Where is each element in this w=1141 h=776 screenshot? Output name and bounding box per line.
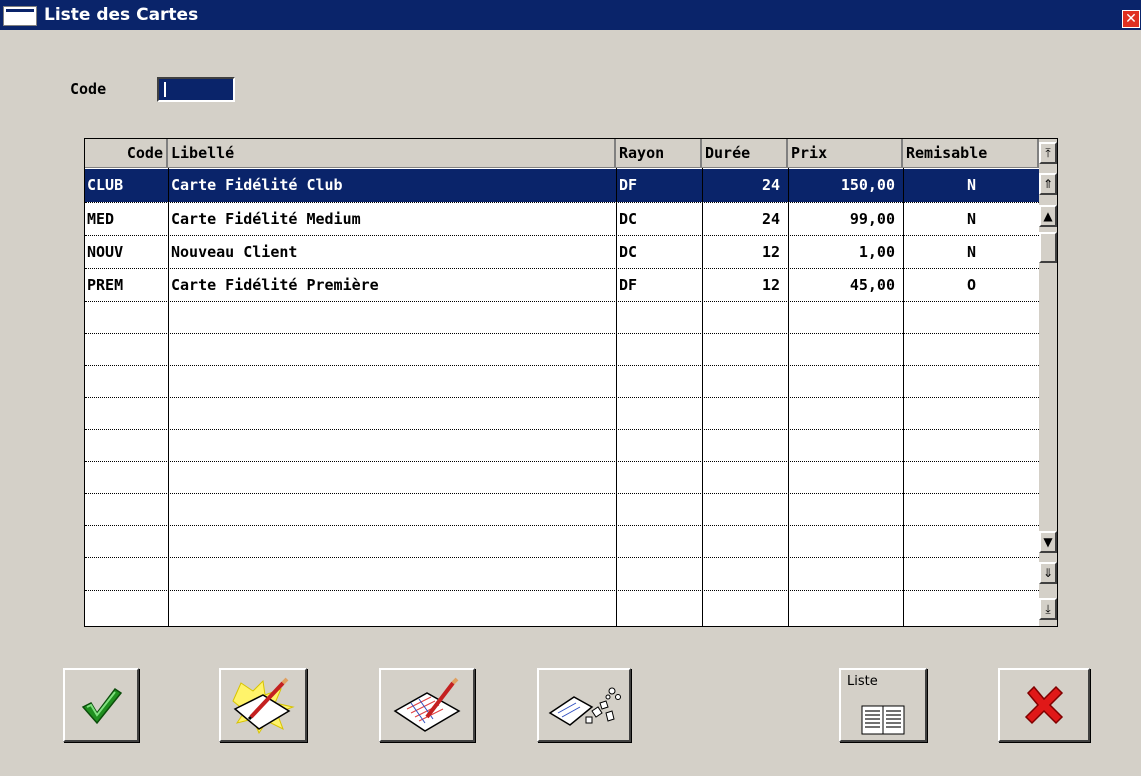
cell-rayon: DF — [619, 176, 638, 194]
title-bar: Liste des Cartes ✕ — [0, 0, 1141, 30]
cell-prix: 99,00 — [849, 210, 895, 228]
vertical-scrollbar[interactable]: ⤒ ⇑ ▲ ▼ ⇓ ⤓ — [1039, 139, 1057, 626]
checkmark-icon — [81, 687, 123, 725]
cell-prix: 45,00 — [849, 276, 895, 294]
cards-table: Code Libellé Rayon Durée Prix Remisable … — [84, 138, 1058, 627]
shredded-document-icon — [548, 687, 621, 726]
row-divider — [85, 590, 1039, 591]
new-document-icon — [232, 677, 295, 735]
cell-libelle: Carte Fidélité Club — [171, 176, 343, 194]
delete-button[interactable] — [537, 668, 631, 742]
cell-duree: 24 — [761, 210, 780, 228]
cell-rayon: DC — [619, 243, 638, 261]
list-button-label: Liste — [847, 674, 878, 689]
validate-button[interactable] — [63, 668, 139, 742]
code-input[interactable] — [157, 77, 235, 102]
row-divider — [85, 557, 1039, 558]
cell-code: PREM — [87, 276, 124, 294]
list-button[interactable]: Liste — [839, 668, 927, 742]
row-divider — [85, 235, 1039, 236]
header-remisable[interactable]: Remisable — [903, 139, 1039, 168]
cell-rayon: DF — [619, 276, 638, 294]
row-divider — [85, 333, 1039, 334]
column-divider — [788, 168, 789, 626]
column-divider — [168, 168, 169, 626]
row-divider — [85, 268, 1039, 269]
header-code[interactable]: Code — [85, 139, 168, 168]
cell-remisable: N — [966, 176, 977, 194]
cell-duree: 12 — [761, 276, 780, 294]
red-x-icon — [1024, 685, 1064, 725]
scroll-thumb[interactable] — [1039, 232, 1057, 263]
cell-libelle: Carte Fidélité Première — [171, 276, 379, 294]
cancel-button[interactable] — [998, 668, 1090, 742]
cell-rayon: DC — [619, 210, 638, 228]
cell-prix: 150,00 — [840, 176, 895, 194]
edit-document-icon — [393, 677, 461, 732]
row-divider — [85, 202, 1039, 203]
close-button[interactable]: ✕ — [1122, 10, 1140, 28]
header-libelle[interactable]: Libellé — [168, 139, 616, 168]
scroll-page-up-icon[interactable]: ⇑ — [1039, 173, 1057, 195]
cell-prix: 1,00 — [858, 243, 895, 261]
cell-code: MED — [87, 210, 115, 228]
cell-code: NOUV — [87, 243, 124, 261]
cell-duree: 24 — [761, 176, 780, 194]
row-divider — [85, 397, 1039, 398]
cell-remisable: O — [966, 276, 977, 294]
cell-remisable: N — [966, 210, 977, 228]
table-row[interactable]: PREM Carte Fidélité Première DF 12 45,00… — [85, 269, 1039, 302]
edit-button[interactable] — [379, 668, 475, 742]
column-divider — [616, 168, 617, 626]
row-divider — [85, 525, 1039, 526]
scroll-top-icon[interactable]: ⤒ — [1039, 142, 1057, 164]
header-rayon[interactable]: Rayon — [616, 139, 702, 168]
table-row[interactable]: CLUB Carte Fidélité Club DF 24 150,00 N — [85, 169, 1039, 202]
cell-code: CLUB — [87, 176, 124, 194]
header-prix[interactable]: Prix — [788, 139, 903, 168]
list-icon — [861, 705, 905, 735]
row-divider — [85, 365, 1039, 366]
column-divider — [702, 168, 703, 626]
window-icon — [3, 6, 37, 26]
cell-duree: 12 — [761, 243, 780, 261]
header-duree[interactable]: Durée — [702, 139, 788, 168]
code-label: Code — [70, 80, 107, 98]
row-divider — [85, 461, 1039, 462]
window-title: Liste des Cartes — [44, 5, 199, 25]
column-divider — [903, 168, 904, 626]
cell-libelle: Carte Fidélité Medium — [171, 210, 361, 228]
row-divider — [85, 493, 1039, 494]
row-divider — [85, 429, 1039, 430]
scroll-bottom-icon[interactable]: ⤓ — [1039, 598, 1057, 620]
table-row[interactable]: NOUV Nouveau Client DC 12 1,00 N — [85, 236, 1039, 269]
row-divider — [85, 301, 1039, 302]
scroll-down-icon[interactable]: ▼ — [1039, 531, 1057, 553]
scroll-page-down-icon[interactable]: ⇓ — [1039, 562, 1057, 584]
table-row[interactable]: MED Carte Fidélité Medium DC 24 99,00 N — [85, 203, 1039, 236]
new-button[interactable] — [219, 668, 307, 742]
scroll-up-icon[interactable]: ▲ — [1039, 205, 1057, 227]
cell-remisable: N — [966, 243, 977, 261]
cell-libelle: Nouveau Client — [171, 243, 298, 261]
